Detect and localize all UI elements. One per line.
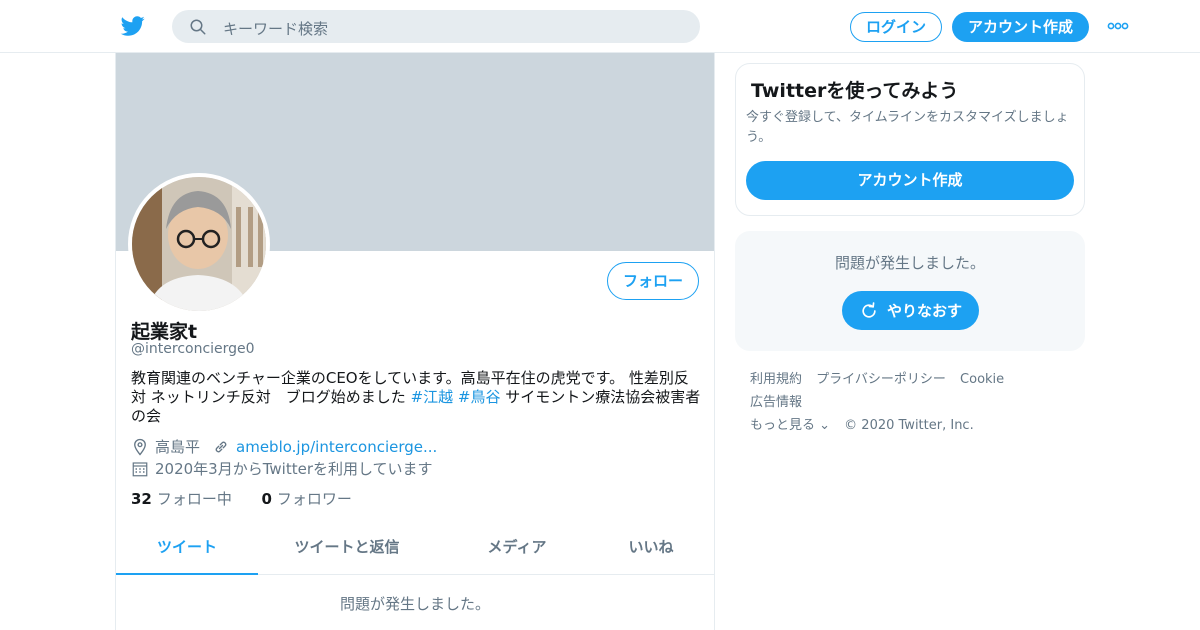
- tab-likes[interactable]: いいね: [580, 523, 722, 575]
- follow-button[interactable]: フォロー: [607, 262, 699, 300]
- sidebar-footer: 利用規約 プライバシーポリシー Cookie 広告情報 もっと見る ⌄ © 20…: [750, 368, 1080, 437]
- avatar[interactable]: [128, 173, 270, 315]
- bio-line: 対 ネットリンチ反対 ブログ始めました: [131, 388, 406, 406]
- followers-count: 0: [261, 490, 272, 508]
- login-button[interactable]: ログイン: [850, 12, 942, 42]
- footer-link-cookie[interactable]: Cookie: [960, 372, 1004, 387]
- footer-link-more[interactable]: もっと見る ⌄: [750, 418, 830, 433]
- refresh-icon: [862, 301, 876, 318]
- sidebar-error-card: 問題が発生しました。 やりなおす: [735, 231, 1085, 351]
- bio-line: 教育関連のベンチャー企業のCEOをしています。高島平在住の虎党です。 性差別反: [131, 369, 689, 387]
- profile-joined-date: 2020年3月からTwitterを利用しています: [155, 460, 433, 478]
- link-icon: [215, 441, 227, 452]
- profile-meta-location-url: 高島平 ameblo.jp/interconcierge...: [131, 436, 437, 457]
- sidebar-error-message: 問題が発生しました。: [834, 254, 985, 272]
- search-input[interactable]: キーワード検索: [223, 18, 328, 39]
- signup-button[interactable]: アカウント作成: [952, 12, 1089, 42]
- hashtag-link[interactable]: #鳥谷: [458, 388, 501, 406]
- following-label: フォロー中: [156, 490, 232, 508]
- followers-label: フォロワー: [276, 490, 352, 508]
- more-dots-icon[interactable]: [1107, 22, 1129, 30]
- following-count: 32: [131, 490, 152, 508]
- search-box[interactable]: キーワード検索: [172, 10, 700, 43]
- hashtag-link[interactable]: #江越: [411, 388, 454, 406]
- signup-card-title: Twitterを使ってみよう: [751, 80, 959, 102]
- profile-tabs: ツイート ツイートと返信 メディア いいね: [116, 523, 714, 575]
- profile-bio: 教育関連のベンチャー企業のCEOをしています。高島平在住の虎党です。 性差別反 …: [131, 369, 701, 426]
- footer-link-ads[interactable]: 広告情報: [750, 395, 802, 410]
- top-navigation-bar: キーワード検索 ログイン アカウント作成: [0, 0, 1200, 53]
- search-icon: [190, 19, 206, 35]
- tab-media[interactable]: メディア: [446, 523, 588, 575]
- profile-location: 高島平: [155, 438, 201, 456]
- footer-link-terms[interactable]: 利用規約: [750, 372, 802, 387]
- signup-card-button[interactable]: アカウント作成: [746, 161, 1074, 200]
- calendar-icon: [132, 461, 148, 476]
- retry-button[interactable]: やりなおす: [842, 291, 979, 330]
- timeline-error-message: 問題が発生しました。: [339, 595, 490, 613]
- followers-link[interactable]: 0 フォロワー: [261, 490, 351, 508]
- profile-column: フォロー 起業家t @interconcierge0 教育関連のベンチャー企業の…: [115, 53, 715, 630]
- signup-card-subtitle: 今すぐ登録して、タイムラインをカスタマイズしましょう。: [746, 110, 1069, 145]
- twitter-bird-icon[interactable]: [120, 14, 146, 38]
- retry-label: やりなおす: [886, 302, 962, 320]
- location-pin-icon: [134, 438, 146, 456]
- tab-tweets-and-replies[interactable]: ツイートと返信: [276, 523, 418, 575]
- avatar-photo: [132, 177, 266, 311]
- profile-meta-joined: 2020年3月からTwitterを利用しています: [131, 458, 433, 479]
- profile-url-link[interactable]: ameblo.jp/interconcierge...: [236, 438, 437, 456]
- bio-line: の会: [131, 407, 162, 425]
- tab-tweets[interactable]: ツイート: [116, 523, 258, 575]
- following-link[interactable]: 32 フォロー中: [131, 490, 232, 508]
- follow-counts: 32 フォロー中 0 フォロワー: [131, 488, 352, 509]
- display-name[interactable]: 起業家t: [131, 317, 197, 344]
- footer-copyright: © 2020 Twitter, Inc.: [844, 418, 974, 433]
- bio-line: サイモントン療法協会被害者: [505, 388, 701, 406]
- screen-name[interactable]: @interconcierge0: [131, 341, 255, 357]
- signup-card: Twitterを使ってみよう 今すぐ登録して、タイムラインをカスタマイズしましょ…: [735, 63, 1085, 216]
- footer-link-privacy[interactable]: プライバシーポリシー: [816, 372, 946, 387]
